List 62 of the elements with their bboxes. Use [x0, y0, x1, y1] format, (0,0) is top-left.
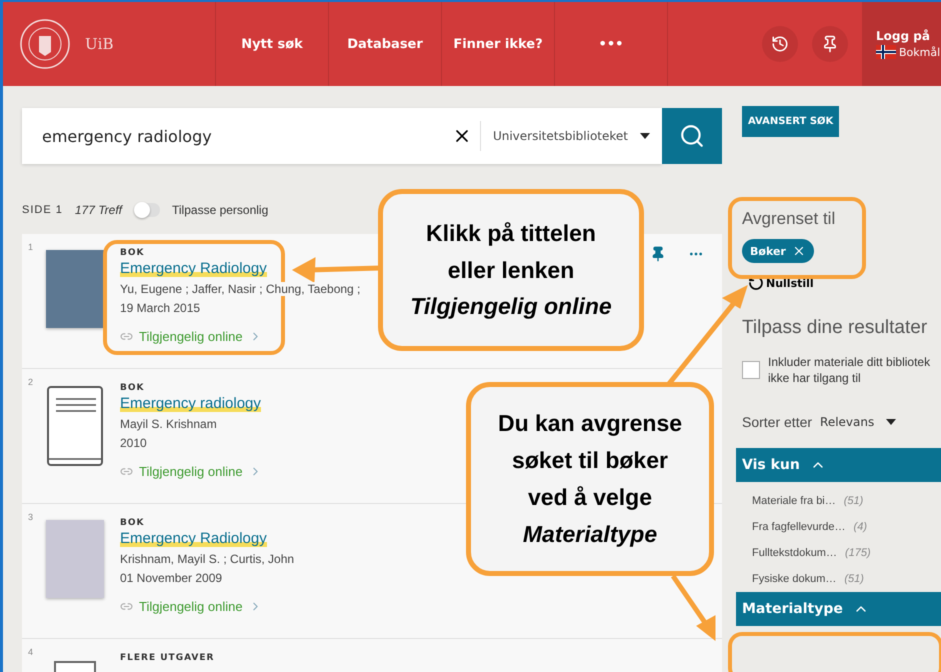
filter-chip[interactable]: Bøker — [742, 239, 814, 263]
pin-icon[interactable] — [650, 246, 666, 262]
result-count: 177 Treff — [74, 203, 122, 217]
checkbox-label: Inkluder materiale ditt bibliotek ikke har tilgang til — [768, 355, 932, 386]
online-link[interactable]: Tilgjengelig online — [120, 464, 262, 479]
result-number: 2 — [28, 377, 34, 389]
facet-header[interactable]: Materialtype — [736, 592, 941, 626]
facet-option[interactable]: Fysiske dokum… — [752, 573, 836, 586]
online-link[interactable]: Tilgjengelig online — [120, 599, 262, 614]
result-type: BOK — [120, 248, 146, 258]
toggle-label: Tilpasse personlig — [172, 203, 268, 217]
callout-text: Klikk på tittelen eller lenken Tilgjengelig online — [378, 189, 644, 351]
caret-icon — [886, 419, 896, 426]
result-authors: Yu, Eugene ; Jaffer, Nasir ; Chung, Taebong ; — [120, 282, 360, 296]
nav-link[interactable]: ••• — [554, 2, 667, 86]
flag-icon — [876, 45, 896, 59]
result-type: BOK — [120, 383, 146, 393]
pin-icon — [821, 35, 839, 53]
pin-button[interactable] — [812, 26, 848, 62]
toggle-switch[interactable] — [134, 203, 160, 217]
caret-icon — [640, 133, 650, 139]
search-button[interactable] — [662, 108, 722, 164]
university-seal-logo — [19, 18, 71, 70]
reset-button[interactable]: Nullstill — [748, 275, 814, 291]
online-link[interactable]: Tilgjengelig online — [120, 329, 262, 344]
nav-link[interactable]: Databaser — [328, 2, 441, 86]
login-button[interactable]: Logg på Bokmål — [862, 2, 941, 86]
nav-link[interactable]: Finner ikke? — [441, 2, 554, 86]
result-date: 19 March 2015 — [120, 301, 200, 315]
result-number: 3 — [28, 512, 34, 524]
search-field[interactable]: emergency radiology Universitetsbiblioteket — [22, 108, 662, 164]
advanced-search-button[interactable]: AVANSERT SØK — [742, 106, 840, 137]
sort-label: Sorter etter — [742, 414, 812, 430]
logo-text: UiB — [85, 35, 114, 53]
facet-option[interactable]: Fulltekstdokum… — [752, 547, 837, 560]
search-icon — [679, 123, 705, 149]
page-label: SIDE 1 — [22, 204, 63, 216]
result-date: 2010 — [120, 436, 147, 450]
history-icon — [771, 35, 789, 53]
history-button[interactable] — [762, 26, 798, 62]
callout-text: Du kan avgrense søket til bøker ved å velge Materialtype — [466, 382, 714, 576]
result-date: 01 November 2009 — [120, 571, 222, 585]
facet-count: (51) — [844, 573, 864, 586]
result-number: 1 — [28, 242, 34, 254]
facet-header[interactable]: Vis kun — [736, 448, 941, 482]
pointer-arrow — [670, 574, 716, 642]
section-heading: Avgrenset til — [742, 209, 836, 229]
result-number: 4 — [28, 647, 34, 659]
result-authors: Krishnam, Mayil S. ; Curtis, John — [120, 552, 294, 566]
facet-count: (4) — [854, 521, 867, 534]
facet-option[interactable]: Materiale fra bi… — [752, 495, 836, 508]
sort-dropdown[interactable]: Relevans — [820, 415, 896, 430]
result-type: FLERE UTGAVER — [120, 653, 214, 663]
result-authors: Mayil S. Krishnam — [120, 417, 217, 431]
book-icon — [46, 385, 104, 469]
facet-count: (175) — [844, 547, 871, 560]
result-type: BOK — [120, 518, 146, 528]
checkbox[interactable] — [742, 361, 760, 379]
facet-count: (51) — [844, 495, 864, 508]
section-heading: Tilpass dine resultater — [742, 317, 928, 339]
facet-option[interactable]: Fra fagfellevurde… — [752, 521, 846, 534]
nav-link[interactable]: Nytt søk — [215, 2, 328, 86]
